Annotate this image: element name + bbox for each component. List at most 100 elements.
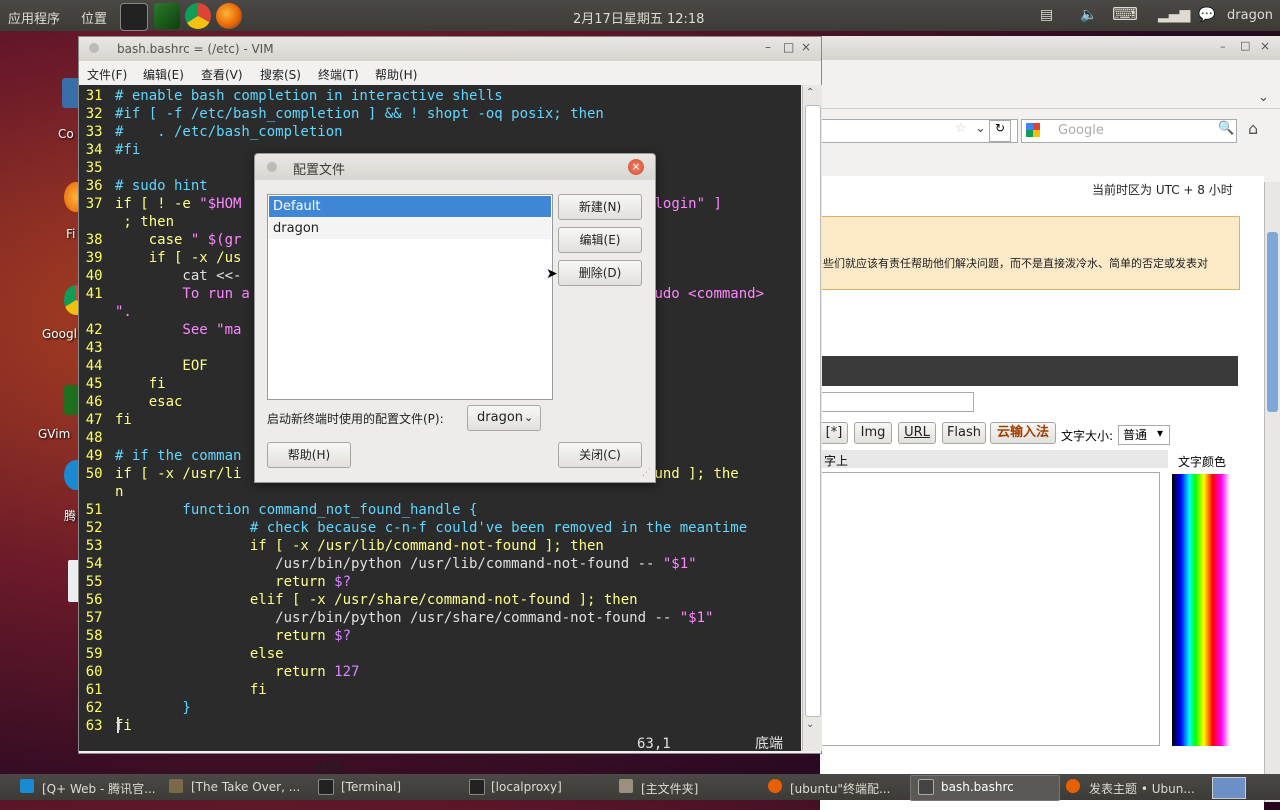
code-segment: See "ma (115, 322, 242, 338)
volume-icon[interactable]: 🔈 (1080, 7, 1097, 23)
code-line: 39 if [ -x /us (79, 249, 242, 267)
close-icon[interactable]: × (1260, 39, 1270, 53)
clipboard-icon[interactable]: ▤ (1040, 7, 1053, 23)
profile-label: dragon (273, 221, 320, 236)
dropdown-icon[interactable]: ⌄ (975, 121, 986, 136)
menu-view[interactable]: 查看(V) (201, 66, 243, 83)
new-profile-button[interactable]: 新建(N) (558, 194, 642, 220)
code-line: 31 # enable bash completion in interacti… (79, 87, 503, 105)
terminal-launcher-icon[interactable] (120, 3, 148, 31)
img-button[interactable]: Img (854, 422, 892, 444)
firefox-launcher-icon[interactable] (216, 3, 242, 29)
dark-bar (820, 356, 1238, 386)
browser-scrollbar[interactable] (1264, 182, 1280, 802)
line-number: 57 (85, 610, 111, 626)
startup-profile-value: dragon (477, 410, 524, 425)
close-icon[interactable]: × (628, 159, 644, 175)
url-button[interactable]: URL (898, 422, 936, 444)
message-textarea[interactable] (820, 472, 1160, 746)
line-number: 62 (85, 700, 111, 716)
menu-help[interactable]: 帮助(H) (375, 66, 417, 83)
applications-menu[interactable]: 应用程序 (8, 8, 60, 27)
flash-button[interactable]: Flash (942, 422, 986, 444)
workspace-switcher[interactable] (1212, 777, 1246, 799)
resize-grip-icon[interactable]: ⋰ (642, 468, 651, 478)
gvim-launcher-icon[interactable] (154, 3, 180, 29)
code-line: 52 # check because c-n-f could've been r… (79, 519, 747, 537)
task-terminal[interactable]: [Terminal] (341, 780, 401, 794)
menu-file[interactable]: 文件(F) (87, 66, 127, 83)
code-line: 59 else (79, 645, 284, 663)
scroll-thumb[interactable] (1267, 232, 1278, 412)
task-localproxy[interactable]: [localproxy] (491, 780, 562, 794)
line-number: 35 (85, 160, 111, 176)
home-icon[interactable]: ⌂ (1248, 119, 1270, 141)
code-segment: n (115, 484, 124, 500)
help-button[interactable]: 帮助(H) (267, 442, 351, 468)
code-segment: $? (334, 574, 352, 590)
task-bash-bashrc[interactable]: bash.bashrc (941, 780, 1014, 794)
font-size-label: 文字大小: (1061, 429, 1114, 443)
task-home-folder[interactable]: [主文件夹] (641, 780, 698, 797)
window-menu-icon[interactable] (267, 162, 277, 172)
chevron-down-icon[interactable]: ⌄ (1258, 90, 1269, 105)
menu-edit[interactable]: 编辑(E) (143, 66, 184, 83)
code-line: 47 fi (79, 411, 132, 429)
close-button[interactable]: 关闭(C) (558, 442, 642, 468)
code-segment: 127 (334, 664, 360, 680)
vim-scrollbar[interactable]: ⌃ ⌄ (802, 85, 822, 751)
minimize-icon[interactable]: – (1220, 40, 1226, 53)
color-palette[interactable] (1172, 474, 1230, 746)
profile-item-default[interactable]: Default (269, 196, 551, 217)
browser-window: – □ × ⌄ ☆ ⌄ ↻ Google 🔍 ⌂ 当前时区为 UTC + 8 小… (316, 36, 1280, 810)
font-size-select[interactable]: 普通 ▾ (1118, 425, 1170, 445)
delete-profile-button[interactable]: 删除(D) (558, 260, 642, 286)
places-menu[interactable]: 位置 (81, 8, 107, 27)
search-icon[interactable]: 🔍 (1218, 121, 1234, 136)
window-menu-icon[interactable] (89, 43, 99, 53)
cloud-input-button[interactable]: 云输入法 (990, 422, 1056, 444)
task-the-take-over[interactable]: [The Take Over, ... (191, 780, 300, 794)
menu-search[interactable]: 搜索(S) (260, 66, 301, 83)
timezone-text: 当前时区为 UTC + 8 小时 (1092, 183, 1233, 197)
line-number: 59 (85, 646, 111, 662)
chrome-launcher-icon[interactable] (185, 3, 211, 29)
keyboard-icon[interactable]: ⌨ (1112, 4, 1138, 25)
profile-item-dragon[interactable]: dragon (269, 218, 551, 239)
vim-scroll-thumb[interactable] (805, 105, 821, 717)
code-segment: if [ -x /usr/li (115, 466, 242, 482)
task-ubuntu-terminal-config[interactable]: [ubuntu"终端配... (790, 780, 890, 797)
startup-profile-combo[interactable]: dragon ⌄ (467, 405, 541, 431)
star-icon[interactable]: ☆ (955, 121, 967, 136)
line-number: 50 (85, 466, 111, 482)
chat-icon[interactable]: 💬 (1198, 7, 1215, 23)
line-number: 61 (85, 682, 111, 698)
code-line: 42 See "ma (79, 321, 242, 339)
profile-list[interactable]: Default dragon (267, 194, 553, 400)
reload-icon[interactable]: ↻ (989, 120, 1011, 142)
clock[interactable]: 2月17日星期五 12:18 (573, 8, 704, 27)
task-qq-web[interactable]: [Q+ Web - 腾讯官... (42, 780, 156, 797)
network-signal-icon[interactable]: ▂▄▆ (1158, 7, 1190, 23)
search-input[interactable]: Google 🔍 (1021, 119, 1237, 143)
subject-input[interactable] (820, 392, 974, 412)
code-segment: /usr/bin/python /usr/lib/command-not-fou… (115, 556, 663, 572)
user-name[interactable]: dragon (1227, 8, 1273, 23)
firefox-icon (768, 779, 782, 793)
code-line: 45 fi (79, 375, 166, 393)
profile-label: Default (273, 199, 321, 214)
code-segment: fi (115, 682, 267, 698)
tag-button[interactable]: [*] (820, 422, 848, 444)
scroll-up-icon[interactable]: ⌃ (806, 87, 814, 98)
minimize-icon[interactable]: – (765, 40, 771, 54)
task-post-topic-ubuntu[interactable]: 发表主题 • Ubun... (1089, 780, 1195, 797)
line-number: 55 (85, 574, 111, 590)
edit-profile-button[interactable]: 编辑(E) (558, 227, 642, 253)
maximize-icon[interactable]: □ (783, 40, 794, 54)
maximize-icon[interactable]: □ (1240, 39, 1250, 52)
close-icon[interactable]: × (801, 40, 811, 54)
vim-menubar: 文件(F) 编辑(E) 查看(V) 搜索(S) 终端(T) 帮助(H) (79, 61, 821, 85)
menu-terminal[interactable]: 终端(T) (318, 66, 359, 83)
code-segment: fi (115, 376, 166, 392)
scroll-down-icon[interactable]: ⌄ (806, 719, 814, 730)
